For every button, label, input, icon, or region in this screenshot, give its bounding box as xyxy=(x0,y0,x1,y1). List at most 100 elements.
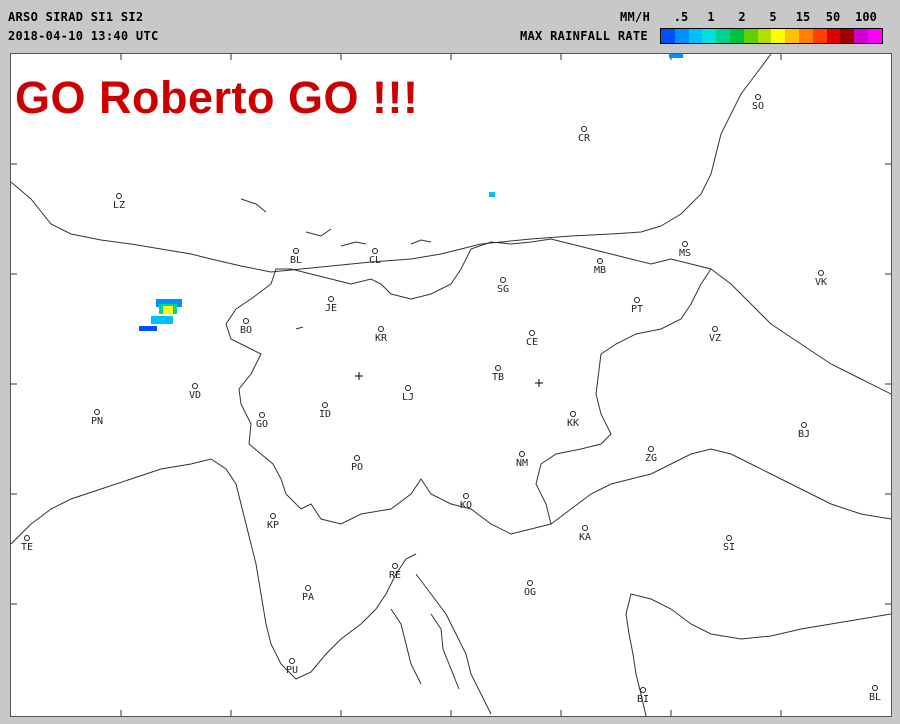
city-marker xyxy=(392,563,398,569)
city-label: LJ xyxy=(401,392,415,403)
city-marker xyxy=(529,330,535,336)
timestamp: 2018-04-10 13:40 UTC xyxy=(8,29,159,43)
city-label: CE xyxy=(525,337,539,348)
city-marker xyxy=(192,383,198,389)
city-label: CL xyxy=(368,255,382,266)
city-marker xyxy=(648,446,654,452)
legend-tick-label: 2 xyxy=(738,10,746,24)
legend-swatch xyxy=(771,29,786,43)
city-marker xyxy=(463,493,469,499)
city-marker xyxy=(597,258,603,264)
legend-tick-label: 100 xyxy=(855,10,877,24)
city-marker xyxy=(872,685,878,691)
legend-swatch xyxy=(716,29,730,43)
city-label: RE xyxy=(388,570,402,581)
city-label: KO xyxy=(459,500,473,511)
city-marker xyxy=(270,513,276,519)
legend-swatch xyxy=(757,29,772,43)
city-marker xyxy=(94,409,100,415)
city-label: MB xyxy=(593,265,607,276)
city-marker xyxy=(682,241,688,247)
city-marker xyxy=(527,580,533,586)
city-label: VD xyxy=(188,390,202,401)
product-title: ARSO SIRAD SI1 SI2 xyxy=(8,10,144,24)
city-marker xyxy=(582,525,588,531)
city-label: KR xyxy=(374,333,388,344)
city-marker xyxy=(640,687,646,693)
city-label: VZ xyxy=(708,333,722,344)
city-marker xyxy=(519,451,525,457)
city-label: TE xyxy=(20,542,34,553)
city-label: SI xyxy=(722,542,736,553)
city-label: TB xyxy=(491,372,505,383)
legend-tick-label: 5 xyxy=(769,10,777,24)
city-label: ID xyxy=(318,409,332,420)
city-marker xyxy=(289,658,295,664)
city-label: KP xyxy=(266,520,280,531)
city-label: LZ xyxy=(112,200,126,211)
city-marker xyxy=(570,411,576,417)
city-label: PN xyxy=(90,416,104,427)
legend-swatch xyxy=(854,29,868,43)
city-marker xyxy=(581,126,587,132)
city-marker xyxy=(243,318,249,324)
legend-tick-label: 15 xyxy=(795,10,811,24)
map-borders xyxy=(11,54,891,716)
legend-swatch xyxy=(702,29,717,43)
city-marker xyxy=(322,402,328,408)
city-label: ZG xyxy=(644,453,658,464)
radar-header: ARSO SIRAD SI1 SI2 2018-04-10 13:40 UTC … xyxy=(0,0,900,52)
legend-swatch xyxy=(729,29,744,43)
legend-swatch xyxy=(661,29,675,43)
legend-tick-label: .5 xyxy=(673,10,689,24)
city-marker xyxy=(405,385,411,391)
unit-label: MM/H xyxy=(620,10,651,24)
city-marker xyxy=(500,277,506,283)
city-marker xyxy=(726,535,732,541)
city-marker xyxy=(259,412,265,418)
legend-swatch xyxy=(812,29,827,43)
city-marker xyxy=(293,248,299,254)
city-label: SO xyxy=(751,101,765,112)
legend-swatch xyxy=(798,29,813,43)
city-label: SG xyxy=(496,284,510,295)
city-label: CR xyxy=(577,133,591,144)
city-marker xyxy=(495,365,501,371)
city-label: NM xyxy=(515,458,529,469)
city-label: KA xyxy=(578,532,592,543)
city-label: BI xyxy=(636,694,650,705)
color-legend xyxy=(660,28,883,44)
city-marker xyxy=(801,422,807,428)
city-marker xyxy=(634,297,640,303)
city-label: PO xyxy=(350,462,364,473)
city-marker xyxy=(378,326,384,332)
city-marker xyxy=(305,585,311,591)
legend-tick-label: 1 xyxy=(707,10,715,24)
city-label: GO xyxy=(255,419,269,430)
city-label: PU xyxy=(285,665,299,676)
legend-swatch xyxy=(674,29,689,43)
city-marker xyxy=(116,193,122,199)
city-label: BL xyxy=(289,255,303,266)
banner-text: GO Roberto GO !!! xyxy=(15,72,419,123)
legend-swatch xyxy=(688,29,703,43)
city-label: PA xyxy=(301,592,315,603)
city-marker xyxy=(354,455,360,461)
city-label: JE xyxy=(324,303,338,314)
city-marker xyxy=(372,248,378,254)
legend-swatch xyxy=(743,29,758,43)
legend-swatch xyxy=(840,29,855,43)
legend-swatch xyxy=(867,29,882,43)
city-marker xyxy=(818,270,824,276)
legend-swatch xyxy=(785,29,799,43)
city-label: PT xyxy=(630,304,644,315)
city-label: OG xyxy=(523,587,537,598)
city-marker xyxy=(755,94,761,100)
legend-tick-label: 50 xyxy=(825,10,841,24)
city-label: BJ xyxy=(797,429,811,440)
city-label: BL xyxy=(868,692,882,703)
rate-label: MAX RAINFALL RATE xyxy=(520,29,648,43)
city-label: BO xyxy=(239,325,253,336)
city-label: KK xyxy=(566,418,580,429)
radar-map: GO Roberto GO !!! CR SO LZ BL CL MB MS SG VK JE PT… xyxy=(10,53,892,717)
